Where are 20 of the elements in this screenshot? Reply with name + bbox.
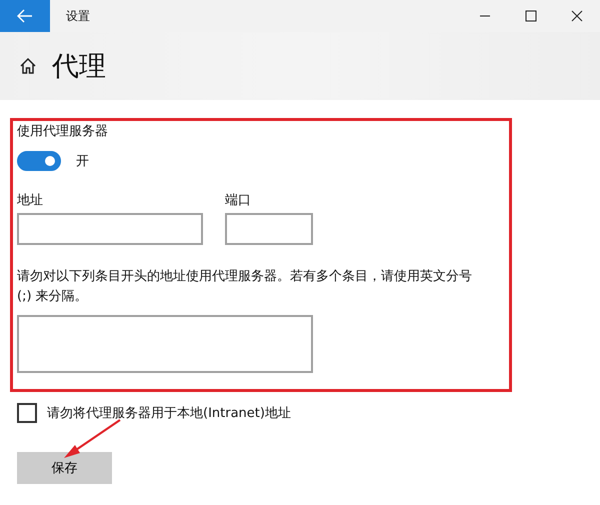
field-label: 端口 — [225, 192, 252, 209]
save-button[interactable]: 保存 — [17, 452, 112, 484]
annotation-arrow — [64, 419, 121, 458]
page-title: 代理 — [52, 50, 106, 84]
close-icon — [571, 10, 583, 22]
back-button[interactable] — [0, 0, 50, 32]
exceptions-description: 请勿对以下列条目开头的地址使用代理服务器。若有多个条目，请使用英文分号 (;) 来分隔。 — [17, 268, 472, 306]
address-field[interactable] — [17, 213, 203, 245]
window-title: 设置 — [66, 8, 90, 24]
toggle-switch[interactable] — [17, 151, 61, 171]
field-label: 地址 — [17, 192, 44, 209]
maximize-icon — [525, 10, 537, 22]
home-icon[interactable] — [19, 57, 37, 75]
setting-label: 使用代理服务器 — [17, 123, 109, 140]
exceptions-field[interactable] — [17, 315, 313, 373]
checkbox-label: 请勿将代理服务器用于本地(Intranet)地址 — [47, 405, 291, 422]
checkbox[interactable] — [17, 403, 37, 423]
toggle-state-label: 开 — [76, 153, 89, 170]
port-field[interactable] — [225, 213, 313, 245]
back-arrow-icon — [17, 9, 33, 23]
